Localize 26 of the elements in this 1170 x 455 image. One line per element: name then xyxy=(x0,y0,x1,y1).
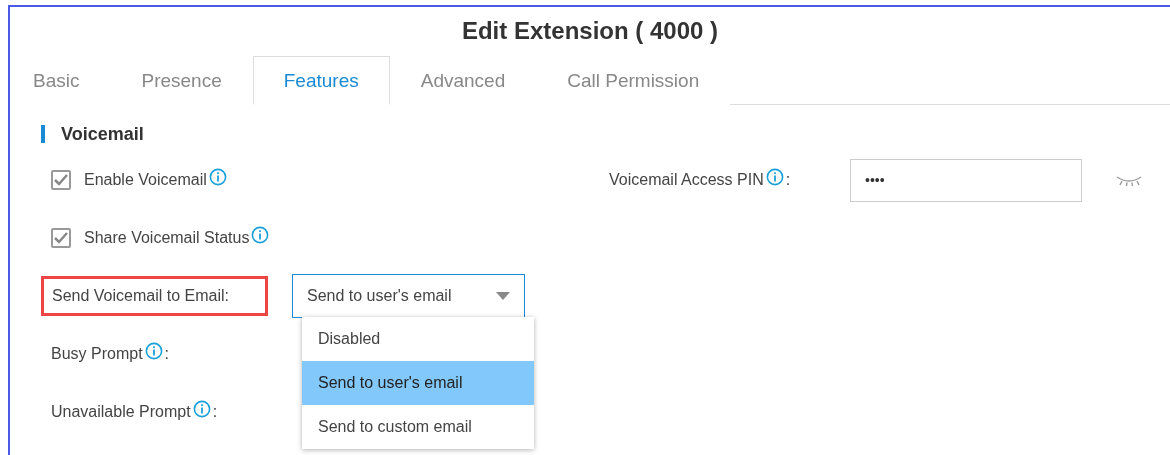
field-label: Busy Prompt xyxy=(51,345,143,363)
dropdown-option[interactable]: Disabled xyxy=(302,317,534,361)
checkbox[interactable] xyxy=(51,170,71,190)
caret-icon xyxy=(496,292,510,300)
info-icon[interactable] xyxy=(192,400,211,418)
info-icon[interactable] xyxy=(208,168,227,186)
closed-eye-icon[interactable] xyxy=(1115,173,1143,187)
colon: : xyxy=(212,403,218,421)
checkbox-label: Share Voicemail Status xyxy=(84,229,250,247)
window-title: Edit Extension ( 4000 ) xyxy=(460,16,720,46)
info-icon[interactable] xyxy=(144,342,163,360)
colon: : xyxy=(785,171,791,189)
pin-field[interactable]: •••• xyxy=(850,158,1082,202)
checkbox-label: Enable Voicemail xyxy=(84,171,207,189)
info-icon[interactable] xyxy=(765,168,784,186)
info-icon[interactable] xyxy=(251,226,270,244)
field-label: Send Voicemail to Email: xyxy=(52,287,229,305)
section-title: Voicemail xyxy=(61,123,144,145)
dropdown-option[interactable]: Send to user's email xyxy=(302,361,534,405)
checkbox[interactable] xyxy=(51,228,71,248)
field-label: Voicemail Access PIN xyxy=(609,171,764,189)
dropdown-option[interactable]: Send to custom email xyxy=(302,405,534,449)
colon: : xyxy=(164,345,170,363)
field-label: Unavailable Prompt xyxy=(51,403,191,421)
section-marker xyxy=(41,125,45,143)
tab[interactable]: Features xyxy=(252,56,390,105)
